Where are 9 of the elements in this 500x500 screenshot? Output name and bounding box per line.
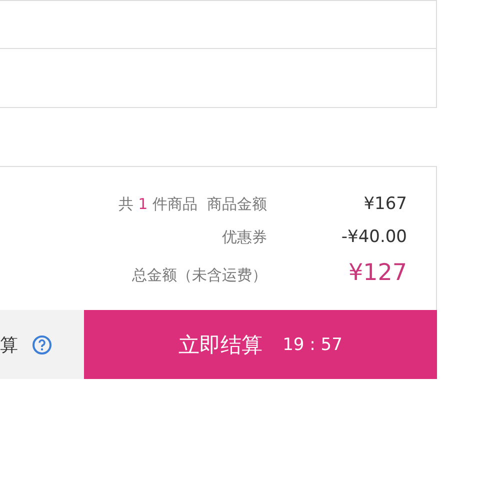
summary-amount: -¥40.00 (340, 227, 407, 247)
summary-amount: ¥127 (347, 260, 407, 286)
summary-label: 优惠券 (222, 228, 267, 247)
footer-text: 算 (0, 334, 18, 356)
summary-amount: ¥167 (362, 194, 407, 214)
checkout-button[interactable]: 立即结算 19 : 57 (84, 310, 437, 379)
help-icon[interactable] (32, 334, 52, 354)
summary-label: 总金额（未含运费） (132, 266, 267, 285)
summary-label: 共 1 件商品 商品金额 (118, 195, 267, 214)
